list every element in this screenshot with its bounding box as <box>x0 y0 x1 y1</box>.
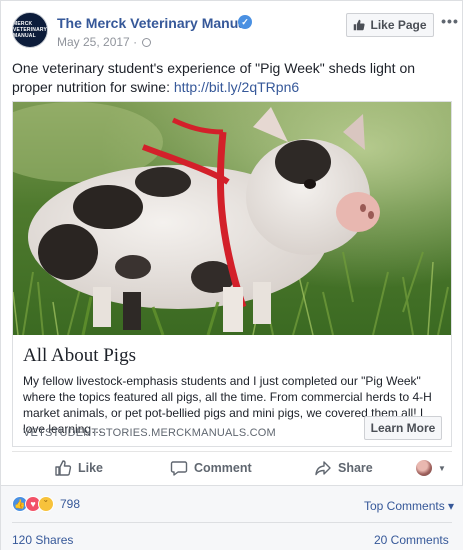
share-arrow-icon <box>315 461 331 476</box>
user-avatar-icon <box>416 460 432 476</box>
link-domain: VETSTUDENTSTORIES.MERCKMANUALS.COM <box>23 427 276 439</box>
comment-bubble-icon <box>170 461 188 476</box>
page-avatar[interactable]: MERCK VETERINARY MANUAL <box>12 12 48 48</box>
haha-reaction-icon: ˘ <box>38 496 54 512</box>
reactions-summary[interactable]: 👍 ♥ ˘ 798 <box>12 496 80 512</box>
top-comments-dropdown[interactable]: Top Comments ▾ <box>364 499 454 513</box>
post-caption: One veterinary student's experience of "… <box>12 59 452 97</box>
shares-count-link[interactable]: 120 Shares <box>12 533 73 547</box>
chevron-down-icon: ▼ <box>438 463 446 473</box>
post-date[interactable]: May 25, 2017 · <box>57 35 152 49</box>
footer-divider <box>12 522 452 523</box>
thumbs-up-outline-icon <box>55 460 72 476</box>
page-name-link[interactable]: The Merck Veterinary Manual <box>57 15 250 31</box>
link-title[interactable]: All About Pigs <box>23 345 136 367</box>
post-actions-bar: Like Comment Share ▼ <box>12 451 452 481</box>
like-label: Like <box>78 461 104 475</box>
more-options-icon[interactable]: ••• <box>440 13 460 33</box>
link-preview-card[interactable]: All About Pigs My fellow livestock-empha… <box>12 101 452 447</box>
verified-check-icon: ✓ <box>238 15 252 29</box>
post-card: MERCK VETERINARY MANUAL The Merck Veteri… <box>0 0 463 550</box>
piglet-photo <box>13 102 451 335</box>
reaction-count[interactable]: 798 <box>60 497 80 511</box>
like-button[interactable]: Like <box>54 457 103 479</box>
globe-icon <box>142 38 152 47</box>
avatar-logo-text: MERCK VETERINARY MANUAL <box>13 21 47 39</box>
comments-count-link[interactable]: 20 Comments <box>374 533 449 547</box>
learn-more-button[interactable]: Learn More <box>364 416 442 440</box>
like-page-label: Like Page <box>370 18 427 32</box>
share-label: Share <box>338 461 373 475</box>
react-as-selector[interactable]: ▼ <box>416 457 446 479</box>
link-preview-image[interactable] <box>13 102 451 335</box>
like-page-button[interactable]: Like Page <box>346 13 434 37</box>
comment-button[interactable]: Comment <box>170 457 252 479</box>
thumbs-up-icon <box>354 19 366 31</box>
link-preview-body[interactable]: All About Pigs My fellow livestock-empha… <box>13 335 451 446</box>
caption-link[interactable]: http://bit.ly/2qTRpn6 <box>174 79 299 95</box>
share-button[interactable]: Share <box>314 457 373 479</box>
post-date-text[interactable]: May 25, 2017 <box>57 35 130 49</box>
comment-label: Comment <box>194 461 252 475</box>
post-footer: 👍 ♥ ˘ 798 Top Comments ▾ 120 Shares 20 C… <box>1 485 463 550</box>
